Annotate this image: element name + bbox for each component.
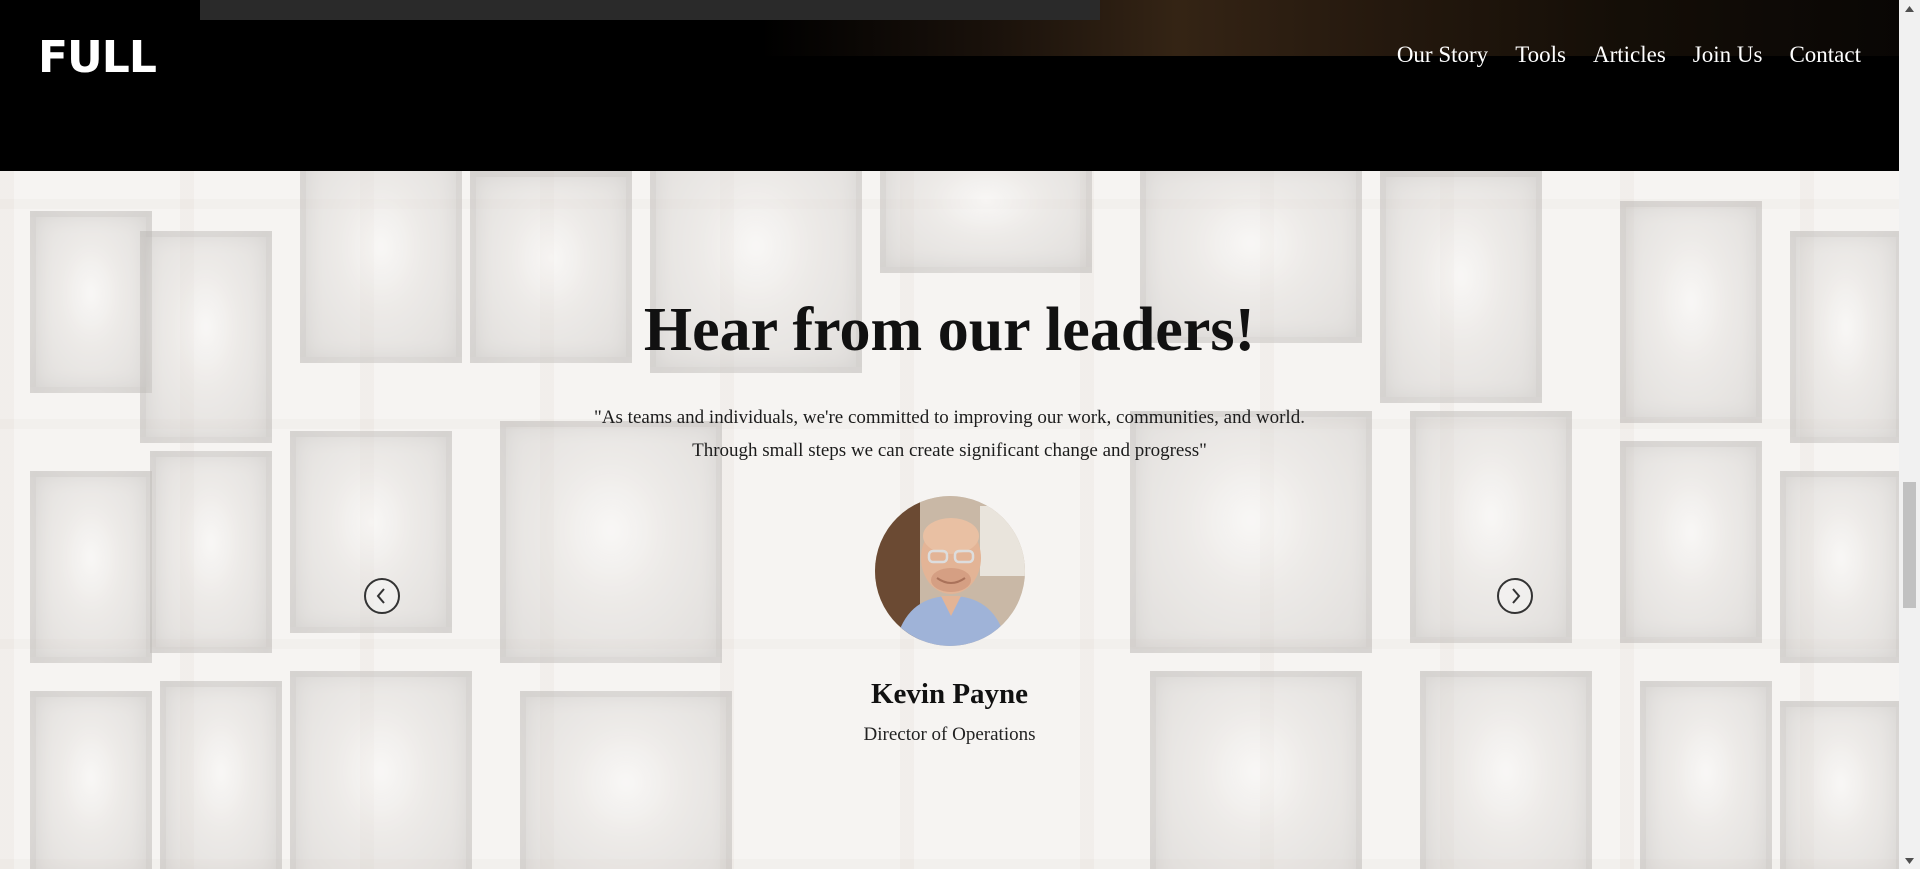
page: FULL Our Story Tools Articles Join Us Co… [0, 0, 1920, 869]
section-title: Hear from our leaders! [643, 296, 1256, 364]
nav-join-us[interactable]: Join Us [1693, 42, 1763, 68]
nav-contact[interactable]: Contact [1789, 42, 1861, 68]
leader-photo [875, 496, 1025, 646]
leader-avatar [875, 496, 1025, 646]
triangle-down-icon [1905, 857, 1914, 864]
scrollbar-thumb[interactable] [1903, 482, 1916, 608]
leaders-section: Hear from our leaders! "As teams and ind… [0, 171, 1899, 869]
site-header: FULL Our Story Tools Articles Join Us Co… [0, 0, 1899, 171]
logo: FULL [38, 32, 157, 83]
leaders-quote: "As teams and individuals, we're committ… [0, 401, 1899, 467]
scroll-down-button[interactable] [1899, 852, 1920, 869]
leader-role: Director of Operations [863, 724, 1036, 745]
vertical-scrollbar[interactable] [1899, 0, 1920, 869]
main-nav: Our Story Tools Articles Join Us Contact [1397, 42, 1861, 68]
triangle-up-icon [1905, 5, 1914, 12]
hero-video-bar [200, 0, 1100, 20]
carousel-next-button[interactable] [1497, 578, 1533, 614]
chevron-left-circle-icon [376, 588, 385, 604]
leader-name: Kevin Payne [870, 678, 1029, 710]
scroll-up-button[interactable] [1899, 0, 1920, 17]
carousel-prev-button[interactable] [364, 578, 400, 614]
chevron-right-circle-icon [1512, 588, 1521, 604]
quote-line-2: Through small steps we can create signif… [692, 440, 1207, 461]
nav-articles[interactable]: Articles [1593, 42, 1666, 68]
nav-tools[interactable]: Tools [1515, 42, 1566, 68]
nav-our-story[interactable]: Our Story [1397, 42, 1488, 68]
logo-link[interactable]: FULL [38, 32, 158, 83]
quote-line-1: "As teams and individuals, we're committ… [594, 407, 1305, 428]
